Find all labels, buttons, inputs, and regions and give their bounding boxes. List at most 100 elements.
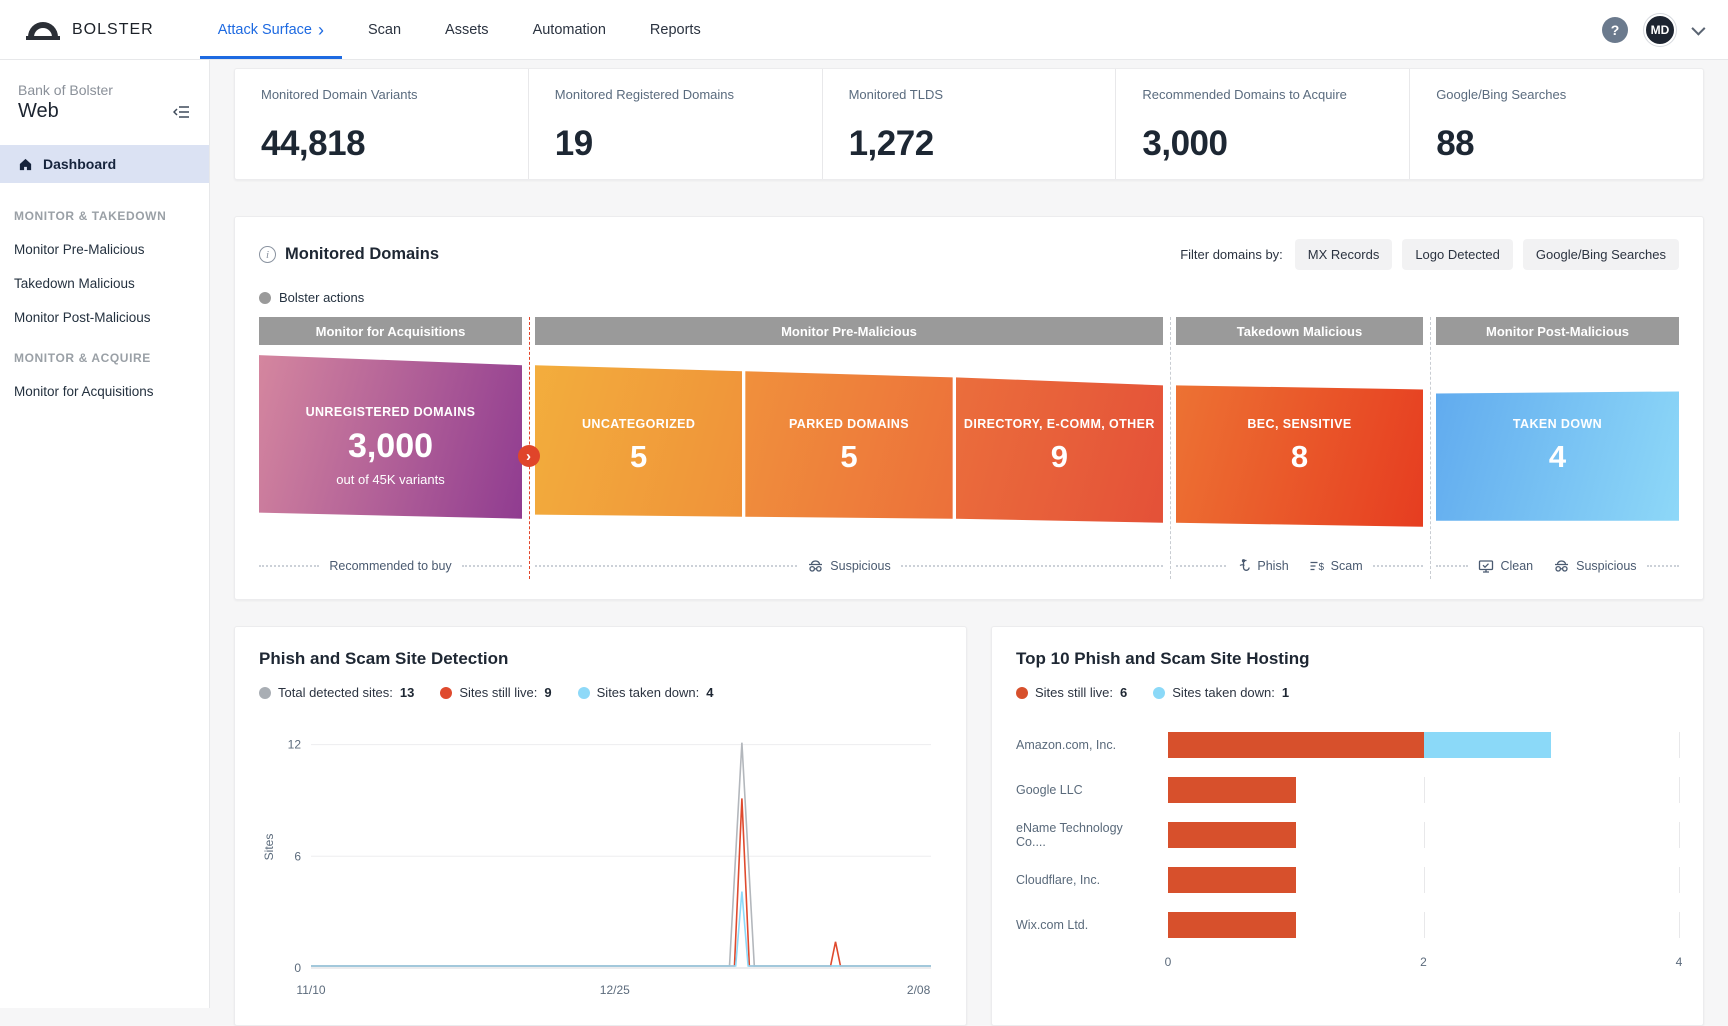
stat-label: Google/Bing Searches: [1436, 87, 1703, 102]
nav-item-assets[interactable]: Assets: [427, 0, 507, 59]
sidebar-heading-monitor-acquire: MONITOR & ACQUIRE: [0, 325, 209, 365]
avatar[interactable]: MD: [1644, 14, 1676, 46]
dotted-leader: [1373, 565, 1423, 567]
segment-title: BEC, SENSITIVE: [1247, 417, 1351, 431]
collapse-sidebar-icon[interactable]: [173, 104, 191, 120]
segment-subtitle: out of 45K variants: [336, 472, 444, 487]
stat-value: 3,000: [1142, 124, 1409, 164]
series-total-detected-sites: [311, 743, 931, 966]
nav-item-scan[interactable]: Scan: [350, 0, 419, 59]
stat-label: Monitored TLDS: [849, 87, 1116, 102]
stat-label: Recommended Domains to Acquire: [1142, 87, 1409, 102]
suspicious-icon: [1553, 559, 1570, 574]
dotted-leader: [1176, 565, 1226, 567]
workspace-name: Web: [18, 100, 59, 123]
segment-value: 5: [840, 439, 857, 475]
primary-nav: Attack Surface › Scan Assets Automation …: [200, 0, 719, 59]
org-name: Bank of Bolster: [0, 82, 209, 98]
bar-row-label: Amazon.com, Inc.: [1016, 738, 1168, 752]
nav-item-label: Assets: [445, 22, 489, 38]
funnel-segment-uncategorized[interactable]: UNCATEGORIZED 5: [535, 345, 742, 547]
nav-item-automation[interactable]: Automation: [515, 0, 624, 59]
series-sites-still-live: [311, 798, 931, 966]
sidebar-item-dashboard[interactable]: Dashboard: [0, 145, 209, 183]
brand[interactable]: BOLSTER: [0, 0, 182, 59]
funnel-segment-bec-sensitive[interactable]: BEC, SENSITIVE 8: [1176, 345, 1423, 547]
segment-title: DIRECTORY, E-COMM, OTHER: [964, 417, 1155, 431]
legend-label: Sites taken down:: [1172, 685, 1275, 700]
svg-text:12/25: 12/25: [600, 983, 630, 997]
help-icon[interactable]: ?: [1602, 17, 1628, 43]
legend-dot: [1153, 687, 1165, 699]
filter-mx-records-button[interactable]: MX Records: [1295, 239, 1393, 270]
stat-value: 44,818: [261, 124, 528, 164]
nav-item-label: Scan: [368, 22, 401, 38]
segment-title: UNREGISTERED DOMAINS: [306, 405, 476, 419]
detection-chart-title: Phish and Scam Site Detection: [259, 649, 942, 669]
top-navigation: BOLSTER Attack Surface › Scan Assets Aut…: [0, 0, 1728, 60]
sidebar-item-monitor-pre-malicious[interactable]: Monitor Pre-Malicious: [0, 223, 209, 257]
legend-dot: [259, 687, 271, 699]
dotted-leader: [535, 565, 797, 567]
brand-name: BOLSTER: [72, 21, 154, 39]
clean-icon: [1478, 559, 1494, 574]
x-tick-label: 0: [1165, 955, 1172, 969]
funnel-segment-parked-domains[interactable]: PARKED DOMAINS 5: [745, 345, 952, 547]
svg-text:0: 0: [294, 961, 301, 975]
dotted-leader: [901, 565, 1163, 567]
sidebar-item-monitor-for-acquisitions[interactable]: Monitor for Acquisitions: [0, 365, 209, 399]
legend-sites-still-live: Sites still live:6: [1016, 685, 1127, 700]
svg-text:11/10: 11/10: [296, 983, 325, 997]
footer-label-suspicious-post: Suspicious: [1576, 559, 1636, 573]
nav-item-label: Automation: [533, 22, 606, 38]
bar-sites-taken-down: [1424, 732, 1552, 758]
legend-label: Sites still live:: [459, 685, 537, 700]
detection-chart-legend: Total detected sites: 13 Sites still live…: [259, 685, 942, 700]
legend-total-detected: Total detected sites: 13: [259, 685, 414, 700]
gridline: [1679, 732, 1680, 758]
bar-row-label: Cloudflare, Inc.: [1016, 873, 1168, 887]
footer-label-recommended: Recommended to buy: [329, 559, 451, 573]
top-hosting-card: Top 10 Phish and Scam Site Hosting Sites…: [991, 626, 1704, 1026]
sidebar-item-takedown-malicious[interactable]: Takedown Malicious: [0, 257, 209, 291]
svg-text:6: 6: [294, 849, 301, 863]
info-icon[interactable]: i: [259, 246, 276, 263]
bar-sites-still-live: [1168, 912, 1296, 938]
sidebar-heading-monitor-takedown: MONITOR & TAKEDOWN: [0, 183, 209, 223]
legend-value: 13: [400, 685, 414, 700]
dotted-leader: [259, 565, 319, 567]
legend-value: 1: [1282, 685, 1289, 700]
legend-value: 4: [706, 685, 713, 700]
dashed-separator: [1430, 317, 1431, 579]
hosting-bar-chart: Amazon.com, Inc. Google LLC eName Technolo…: [1016, 722, 1679, 975]
main-content: Monitored Domain Variants 44,818 Monitor…: [210, 60, 1728, 1008]
legend-label: Total detected sites:: [278, 685, 393, 700]
bar-row: eName Technology Co....: [1016, 812, 1679, 857]
funnel-segment-directory-ecomm-other[interactable]: DIRECTORY, E-COMM, OTHER 9: [956, 345, 1163, 547]
funnel-segment-taken-down[interactable]: TAKEN DOWN 4: [1436, 345, 1679, 547]
chevron-down-icon[interactable]: [1691, 21, 1705, 35]
nav-item-reports[interactable]: Reports: [632, 0, 719, 59]
sidebar-item-monitor-post-malicious[interactable]: Monitor Post-Malicious: [0, 291, 209, 325]
x-tick-label: 4: [1676, 955, 1683, 969]
bar-row-label: Google LLC: [1016, 783, 1168, 797]
monitored-domains-card: i Monitored Domains Filter domains by: M…: [234, 216, 1704, 600]
phish-scam-detection-card: Phish and Scam Site Detection Total dete…: [234, 626, 967, 1026]
stats-summary: Monitored Domain Variants 44,818 Monitor…: [234, 68, 1704, 180]
bolster-actions-dot: [259, 292, 271, 304]
bar-sites-still-live: [1168, 777, 1296, 803]
funnel-header-post-malicious: Monitor Post-Malicious: [1436, 317, 1679, 345]
gridline: [1679, 912, 1680, 938]
footer-label-scam: Scam: [1331, 559, 1363, 573]
funnel-next-arrow-icon[interactable]: ›: [518, 445, 540, 467]
filter-google-bing-button[interactable]: Google/Bing Searches: [1523, 239, 1679, 270]
funnel-segment-unregistered-domains[interactable]: UNREGISTERED DOMAINS 3,000 out of 45K va…: [259, 345, 522, 547]
dotted-leader: [1436, 565, 1468, 567]
nav-item-attack-surface[interactable]: Attack Surface ›: [200, 0, 342, 59]
sidebar-item-label: Dashboard: [43, 156, 116, 172]
gridline: [1679, 777, 1680, 803]
legend-dot: [1016, 687, 1028, 699]
detection-line-chart: 0612Sites11/1012/252/08: [259, 710, 942, 1010]
dashed-separator: [1170, 317, 1171, 579]
filter-logo-detected-button[interactable]: Logo Detected: [1402, 239, 1513, 270]
